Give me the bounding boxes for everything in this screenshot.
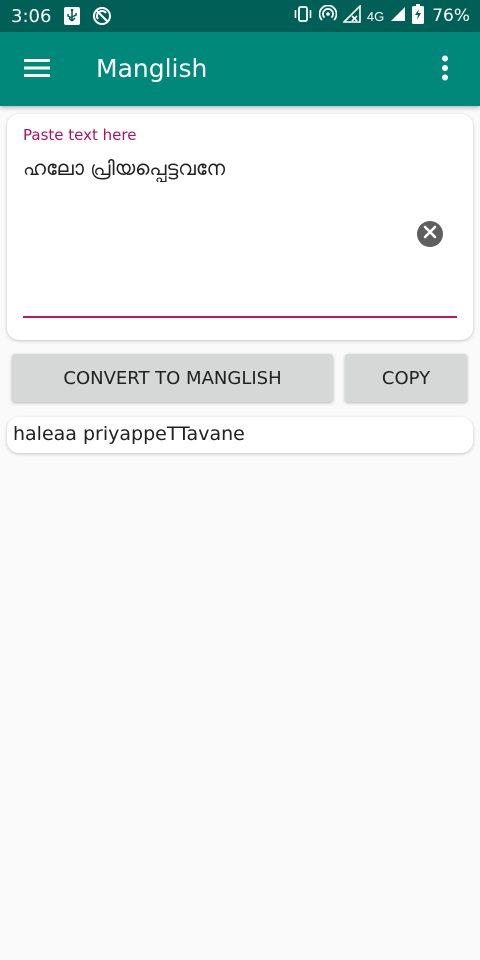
copy-button[interactable]: COPY — [345, 354, 467, 402]
input-card: Paste text here ഹലോ പ്രിയപ്പെട്ടവനേ — [7, 114, 473, 340]
status-bar: 3:06 4G 76% — [0, 0, 480, 32]
usb-icon — [62, 6, 82, 26]
hotspot-off-icon — [92, 6, 112, 26]
hotspot-icon — [318, 4, 338, 27]
status-system-icons: 4G 76% — [293, 4, 470, 28]
more-vert-icon — [441, 55, 449, 86]
battery-charging-icon — [412, 4, 425, 28]
convert-to-manglish-button[interactable]: CONVERT TO MANGLISH — [12, 354, 333, 402]
app-bar: Manglish — [0, 32, 480, 106]
malayalam-text-input[interactable]: ഹലോ പ്രിയപ്പെട്ടവനേ — [23, 156, 413, 316]
network-type-label: 4G — [366, 8, 385, 24]
hamburger-menu-icon — [24, 58, 50, 83]
vibrate-icon — [293, 6, 313, 26]
output-card: haleaa priyappeTTavane — [7, 417, 473, 453]
clear-input-button[interactable] — [417, 221, 443, 247]
app-title: Manglish — [96, 54, 208, 83]
status-notification-icons — [62, 6, 112, 26]
battery-percent: 76% — [432, 6, 470, 26]
signal-strength-icon — [390, 6, 406, 26]
status-time: 3:06 — [11, 6, 52, 27]
signal-no-data-icon — [341, 4, 361, 27]
input-underline — [23, 316, 457, 318]
clear-circle-icon — [423, 225, 437, 244]
navigation-menu-button[interactable] — [16, 49, 58, 91]
overflow-menu-button[interactable] — [424, 49, 466, 91]
input-label: Paste text here — [23, 126, 137, 144]
manglish-output-text: haleaa priyappeTTavane — [13, 423, 245, 445]
